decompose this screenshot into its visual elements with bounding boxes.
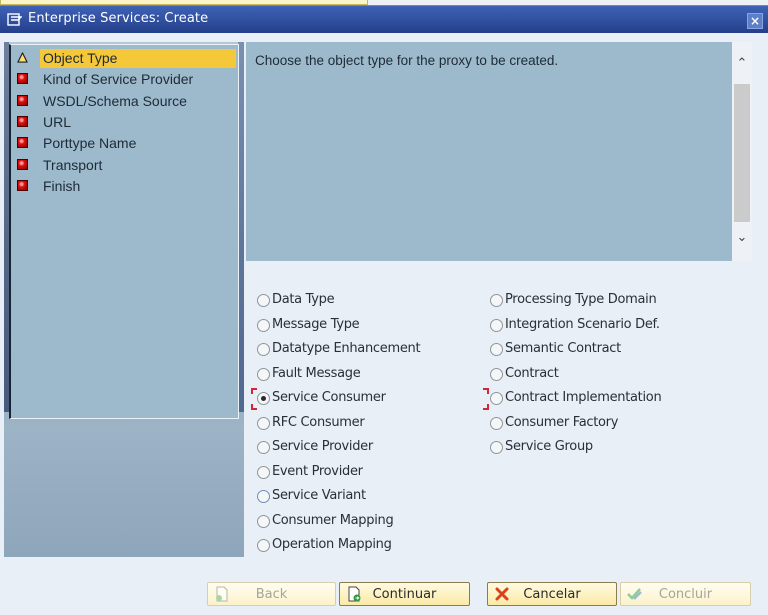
radio-button[interactable] — [490, 416, 503, 430]
wizard-step[interactable]: Object Type — [11, 48, 241, 68]
scrollbar-thumb[interactable] — [734, 84, 750, 222]
radio-button[interactable] — [490, 318, 503, 332]
radio-option-label: Datatype Enhancement — [272, 341, 421, 356]
radio-option-label: Contract Implementation — [505, 390, 662, 405]
warning-triangle-icon — [17, 52, 28, 63]
back-button-label: Back — [255, 587, 288, 602]
radio-option-label: Data Type — [272, 292, 335, 307]
error-square-icon — [17, 73, 28, 85]
finish-button[interactable]: Concluir — [620, 582, 751, 606]
wizard-step[interactable]: Kind of Service Provider — [11, 69, 241, 89]
finish-button-label: Concluir — [658, 587, 713, 602]
chevron-up-icon[interactable]: ⌃ — [735, 57, 749, 71]
dialog-body: Object Type Kind of Service Provider WSDL/… — [0, 33, 768, 615]
back-button[interactable]: Back — [207, 582, 336, 606]
wizard-step-label: Transport — [43, 156, 103, 173]
wizard-step-label: WSDL/Schema Source — [43, 92, 187, 109]
radio-option-label: Consumer Factory — [505, 414, 619, 430]
radio-button[interactable] — [490, 367, 503, 381]
error-square-icon — [17, 179, 28, 191]
wizard-step[interactable]: Finish — [11, 176, 241, 196]
radio-option-label: Processing Type Domain — [505, 292, 657, 307]
radio-button[interactable] — [257, 318, 270, 332]
radio-button[interactable] — [257, 343, 270, 356]
wizard-step[interactable]: URL — [11, 112, 241, 132]
wizard-step[interactable]: WSDL/Schema Source — [11, 91, 241, 111]
title-bar: Enterprise Services: Create × — [0, 5, 768, 33]
info-scrollbar[interactable]: ⌃ ⌄ — [732, 42, 752, 261]
radio-option-label: Consumer Mapping — [272, 512, 394, 528]
radio-button[interactable] — [257, 441, 270, 454]
wizard-step-label: Kind of Service Provider — [43, 71, 194, 88]
radio-button[interactable] — [490, 343, 503, 356]
chevron-down-icon[interactable]: ⌄ — [735, 231, 749, 245]
wizard-step-label: Porttype Name — [43, 135, 137, 152]
window-title: Enterprise Services: Create — [28, 11, 209, 26]
create-window-icon — [7, 13, 22, 26]
radio-button[interactable] — [257, 294, 270, 307]
radio-option-label: Service Variant — [272, 488, 366, 503]
wizard-step[interactable]: Porttype Name — [11, 133, 241, 153]
focus-indicator — [483, 404, 489, 410]
error-square-icon — [17, 94, 28, 106]
radio-button[interactable] — [257, 514, 270, 528]
continue-button[interactable]: Continuar — [339, 582, 470, 606]
close-icon: × — [749, 14, 761, 28]
wizard-step[interactable]: Transport — [11, 155, 241, 175]
radio-button[interactable] — [490, 441, 503, 454]
radio-button[interactable] — [257, 465, 270, 479]
radio-option-label: Fault Message — [272, 365, 361, 381]
wizard-steps-list: Object Type Kind of Service Provider WSDL/… — [9, 44, 239, 419]
radio-button-checked[interactable] — [257, 392, 270, 405]
radio-option-label: Service Group — [505, 439, 593, 454]
radio-option-label: Message Type — [272, 316, 360, 332]
error-square-icon — [17, 137, 28, 149]
focus-indicator — [483, 388, 489, 394]
focus-indicator — [251, 388, 257, 394]
error-square-icon — [17, 158, 28, 170]
continue-button-label: Continuar — [372, 587, 437, 602]
focus-indicator — [251, 404, 257, 410]
radio-button[interactable] — [257, 539, 270, 552]
wizard-step-label: Object Type — [40, 49, 236, 68]
radio-option-label: Contract — [505, 365, 559, 381]
radio-option-label: Event Provider — [272, 463, 363, 479]
radio-button[interactable] — [257, 416, 270, 430]
radio-button[interactable] — [490, 294, 503, 307]
radio-button[interactable] — [257, 490, 270, 503]
radio-option-label: Operation Mapping — [272, 537, 392, 552]
radio-option-label: Service Consumer — [272, 390, 386, 405]
radio-option-label: Semantic Contract — [505, 341, 621, 356]
radio-option-label: RFC Consumer — [272, 414, 365, 430]
cancel-button[interactable]: Cancelar — [487, 582, 617, 606]
info-message: Choose the object type for the proxy to … — [255, 53, 559, 68]
radio-button[interactable] — [490, 392, 503, 405]
wizard-step-label: Finish — [43, 177, 81, 194]
error-square-icon — [17, 115, 28, 127]
info-panel: Choose the object type for the proxy to … — [246, 42, 732, 261]
wizard-step-label: URL — [43, 113, 72, 130]
cancel-button-label: Cancelar — [523, 587, 581, 602]
radio-option-label: Service Provider — [272, 439, 373, 454]
radio-button[interactable] — [257, 367, 270, 381]
radio-option-label: Integration Scenario Def. — [505, 316, 660, 332]
close-button[interactable]: × — [747, 13, 763, 29]
wizard-side-panel: Object Type Kind of Service Provider WSDL/… — [4, 42, 244, 557]
